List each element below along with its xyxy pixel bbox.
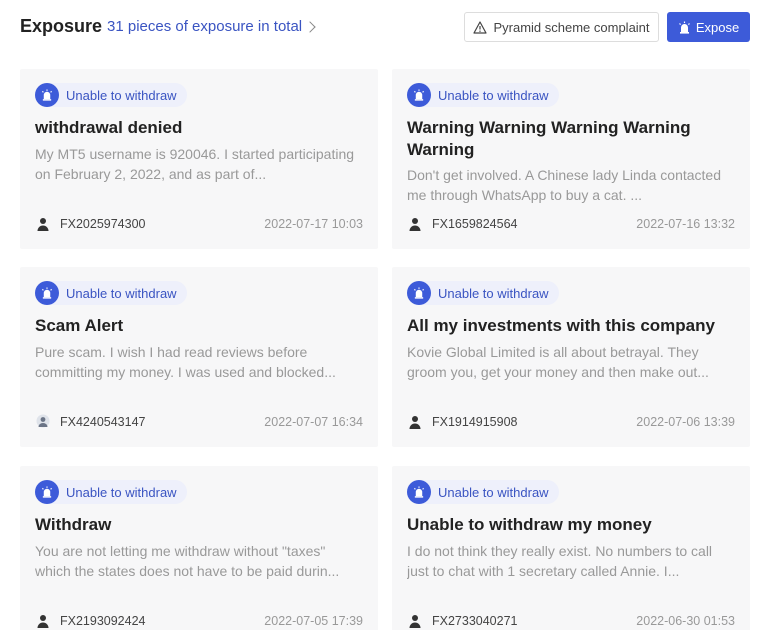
card-title: Scam Alert [35,316,124,335]
card-user: FX1914915908 [407,414,518,430]
card-footer: FX4240543147 2022-07-07 16:34 [35,414,363,430]
card-description: I do not think they really exist. No num… [407,543,713,579]
category-tag: Unable to withdraw [35,83,187,107]
username: FX2733040271 [432,614,518,628]
username: FX2025974300 [60,217,146,231]
post-date: 2022-07-05 17:39 [264,614,363,628]
chevron-right-icon [304,20,316,33]
expose-label: Expose [695,19,740,35]
card-footer: FX2193092424 2022-07-05 17:39 [35,613,363,629]
warning-icon [473,20,488,34]
exposure-card[interactable]: Unable to withdraw Withdraw You are not … [20,466,378,630]
page-title: Exposure [20,16,103,36]
category-tag-label: Unable to withdraw [438,285,549,301]
card-footer: FX2025974300 2022-07-17 10:03 [35,216,363,232]
alarm-icon [407,281,431,305]
post-date: 2022-07-17 10:03 [264,217,363,231]
post-date: 2022-07-06 13:39 [636,415,735,429]
user-avatar-icon [35,216,51,232]
post-date: 2022-06-30 01:53 [636,614,735,628]
alarm-icon [35,480,59,504]
exposure-card[interactable]: Unable to withdraw All my investments wi… [392,267,750,447]
pyramid-complaint-button[interactable]: Pyramid scheme complaint [464,12,659,42]
pyramid-complaint-label: Pyramid scheme complaint [493,19,650,35]
user-avatar-icon [35,414,51,430]
post-date: 2022-07-16 13:32 [636,217,735,231]
card-user: FX4240543147 [35,414,146,430]
exposure-card[interactable]: Unable to withdraw Scam Alert Pure scam.… [20,267,378,447]
total-exposure-label: 31 pieces of exposure in total [107,18,303,35]
user-avatar-icon [407,414,423,430]
exposure-card[interactable]: Unable to withdraw withdrawal denied My … [20,69,378,249]
card-description: My MT5 username is 920046. I started par… [35,146,355,182]
card-title: Withdraw [35,515,112,534]
username: FX1659824564 [432,217,518,231]
expose-button[interactable]: Expose [667,12,750,42]
category-tag: Unable to withdraw [407,281,559,305]
total-exposure-link[interactable]: 31 pieces of exposure in total [107,18,316,35]
category-tag: Unable to withdraw [407,83,559,107]
user-avatar-icon [407,613,423,629]
username: FX1914915908 [432,415,518,429]
alarm-icon [407,480,431,504]
alarm-icon [35,83,59,107]
category-tag: Unable to withdraw [35,480,187,504]
category-tag: Unable to withdraw [35,281,187,305]
card-description: Pure scam. I wish I had read reviews bef… [35,344,336,380]
alarm-icon [35,281,59,305]
card-description: You are not letting me withdraw without … [35,543,340,579]
user-avatar-icon [407,216,423,232]
card-user: FX2733040271 [407,613,518,629]
post-date: 2022-07-07 16:34 [264,415,363,429]
card-user: FX2193092424 [35,613,146,629]
card-title: Unable to withdraw my money [407,515,652,534]
exposure-card[interactable]: Unable to withdraw Unable to withdraw my… [392,466,750,630]
card-title: All my investments with this company [407,316,715,335]
category-tag-label: Unable to withdraw [66,285,177,301]
card-description: Don't get involved. A Chinese lady Linda… [407,167,721,203]
card-description: Kovie Global Limited is all about betray… [407,344,709,380]
card-title: Warning Warning Warning Warning Warning [407,118,691,159]
category-tag-label: Unable to withdraw [66,484,177,500]
exposure-card[interactable]: Unable to withdraw Warning Warning Warni… [392,69,750,249]
card-footer: FX1659824564 2022-07-16 13:32 [407,216,735,232]
card-user: FX1659824564 [407,216,518,232]
category-tag: Unable to withdraw [407,480,559,504]
alarm-icon [407,83,431,107]
card-footer: FX2733040271 2022-06-30 01:53 [407,613,735,629]
card-title: withdrawal denied [35,118,183,137]
username: FX4240543147 [60,415,146,429]
page-header: Exposure 31 pieces of exposure in total … [0,0,768,56]
category-tag-label: Unable to withdraw [438,87,549,103]
username: FX2193092424 [60,614,146,628]
alarm-icon [678,21,690,34]
card-footer: FX1914915908 2022-07-06 13:39 [407,414,735,430]
category-tag-label: Unable to withdraw [438,484,549,500]
user-avatar-icon [35,613,51,629]
card-user: FX2025974300 [35,216,146,232]
category-tag-label: Unable to withdraw [66,87,177,103]
